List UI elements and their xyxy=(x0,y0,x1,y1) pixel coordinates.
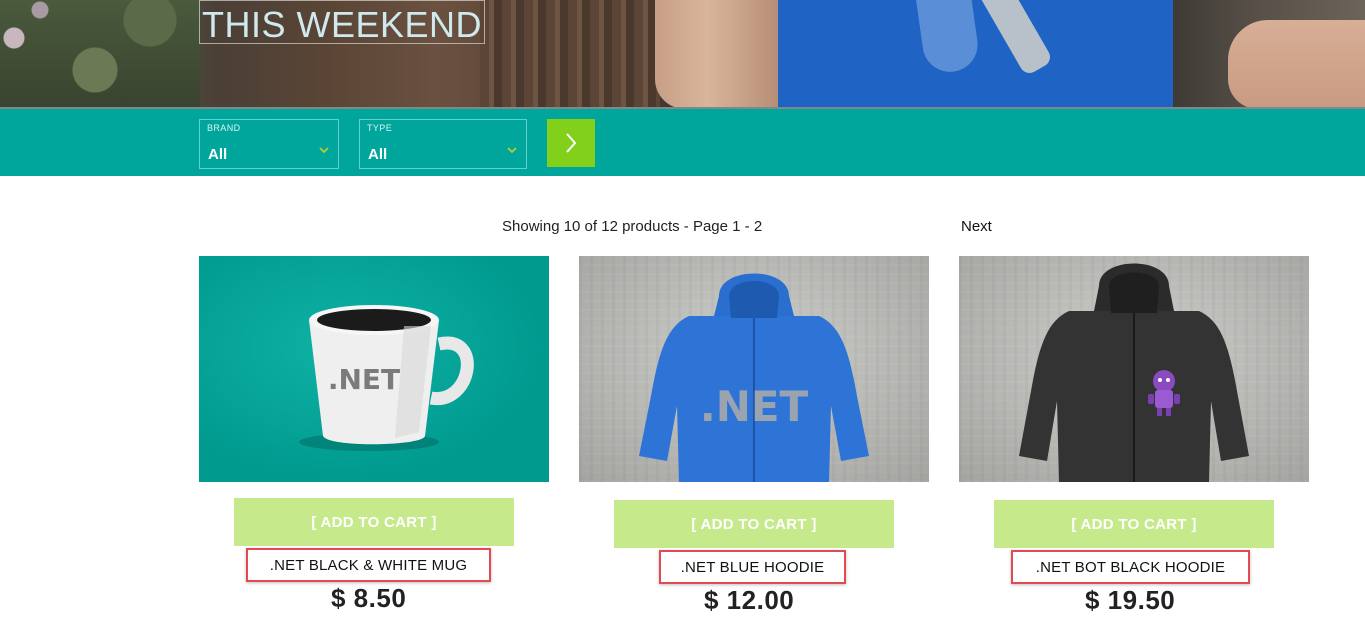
brand-select[interactable]: BRAND All xyxy=(199,119,339,169)
black-hoodie-image[interactable] xyxy=(959,256,1309,482)
add-to-cart-button[interactable]: [ ADD TO CART ] xyxy=(234,498,514,546)
add-to-cart-button[interactable]: [ ADD TO CART ] xyxy=(614,500,894,548)
mug-image[interactable]: .NET xyxy=(199,256,549,482)
hero-title: THIS WEEKEND xyxy=(199,0,486,44)
svg-text:.NET: .NET xyxy=(328,363,400,396)
add-to-cart-button[interactable]: [ ADD TO CART ] xyxy=(994,500,1274,548)
product-name: .NET BLUE HOODIE xyxy=(659,550,846,584)
product-card: .NET xyxy=(199,256,549,482)
black-hoodie-illustration xyxy=(1019,263,1249,482)
mug-illustration: .NET xyxy=(299,305,474,451)
hero-hand xyxy=(1228,20,1365,109)
type-select-label: TYPE xyxy=(367,123,393,133)
blue-hoodie-image[interactable]: .NET xyxy=(579,256,929,482)
product-price: $ 19.50 xyxy=(1085,585,1176,615)
type-select-value: All xyxy=(368,146,388,163)
type-select[interactable]: TYPE All xyxy=(359,119,527,169)
product-name: .NET BLACK & WHITE MUG xyxy=(246,548,491,582)
chevron-down-icon xyxy=(319,147,329,154)
brand-select-label: BRAND xyxy=(207,123,241,133)
apply-filter-button[interactable] xyxy=(547,119,595,167)
product-name: .NET BOT BLACK HOODIE xyxy=(1011,550,1250,584)
hero-arm xyxy=(655,0,785,109)
brand-select-value: All xyxy=(208,146,228,163)
product-price: $ 8.50 xyxy=(331,583,407,613)
product-price: $ 12.00 xyxy=(704,585,795,615)
hero-foliage xyxy=(0,0,200,109)
product-card: .NET xyxy=(579,256,929,482)
pager-summary: Showing 10 of 12 products - Page 1 - 2 xyxy=(502,218,763,235)
chevron-down-icon xyxy=(507,147,517,154)
hero-fence xyxy=(480,0,660,109)
product-card xyxy=(959,256,1309,482)
svg-text:.NET: .NET xyxy=(700,382,809,431)
chevron-right-icon xyxy=(566,133,577,153)
blue-hoodie-illustration: .NET xyxy=(639,273,869,482)
next-page-link[interactable]: Next xyxy=(961,218,992,235)
hero-banner: THIS WEEKEND xyxy=(0,0,1365,109)
filter-bar: BRAND All TYPE All xyxy=(0,109,1365,176)
